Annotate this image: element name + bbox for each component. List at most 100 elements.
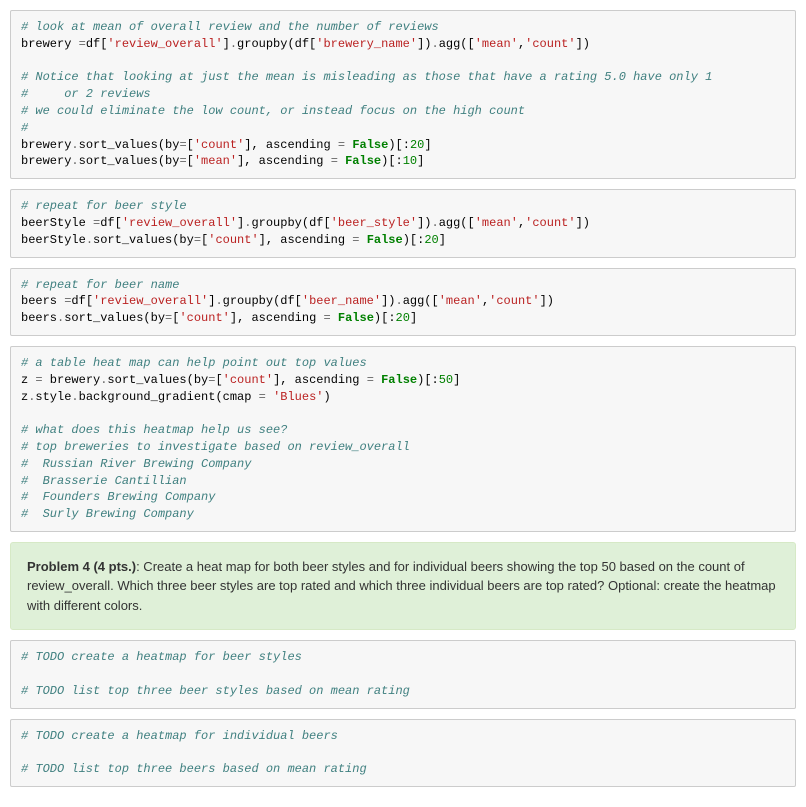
code-token: # <box>21 121 28 135</box>
code-token: agg([ <box>439 37 475 51</box>
code-token: ], ascending <box>237 154 331 168</box>
code-token: # what does this heatmap help us see? <box>21 423 287 437</box>
code-token: ], ascending <box>230 311 324 325</box>
code-token: 'count' <box>525 37 575 51</box>
markdown-cell: Problem 4 (4 pts.): Create a heat map fo… <box>10 542 796 631</box>
code-token: df[ <box>71 294 93 308</box>
code-cell[interactable]: # TODO create a heatmap for individual b… <box>10 719 796 787</box>
code-token: = <box>35 373 42 387</box>
code-token: brewery <box>21 154 71 168</box>
code-token: groupby(df[ <box>223 294 302 308</box>
code-token: )[: <box>388 138 410 152</box>
code-token: ], ascending <box>273 373 367 387</box>
code-token: sort_values(by <box>107 373 208 387</box>
code-token: 20 <box>410 138 424 152</box>
code-token: # Notice that looking at just the mean i… <box>21 70 712 84</box>
code-token: style <box>35 390 71 404</box>
code-token: 'count' <box>223 373 273 387</box>
code-token: = <box>367 373 374 387</box>
code-token: 'mean' <box>475 216 518 230</box>
code-token: False <box>345 154 381 168</box>
code-token: ] <box>223 37 230 51</box>
code-token: sort_values(by <box>93 233 194 247</box>
code-token: ]) <box>417 216 431 230</box>
code-token: # Brasserie Cantillian <box>21 474 187 488</box>
code-token: )[: <box>374 311 396 325</box>
code-token: False <box>381 373 417 387</box>
code-token: beers <box>21 294 64 308</box>
code-token: . <box>71 154 78 168</box>
code-token: brewery <box>43 373 101 387</box>
code-token: brewery <box>21 138 71 152</box>
code-token: # TODO list top three beer styles based … <box>21 684 410 698</box>
code-token: beerStyle <box>21 216 93 230</box>
code-token: 20 <box>424 233 438 247</box>
code-token: 'mean' <box>439 294 482 308</box>
code-token: = <box>352 233 359 247</box>
code-token: ]) <box>576 37 590 51</box>
code-token: 'review_overall' <box>107 37 222 51</box>
code-token: # top breweries to investigate based on … <box>21 440 410 454</box>
code-token: agg([ <box>403 294 439 308</box>
code-token: ]) <box>540 294 554 308</box>
code-token: False <box>367 233 403 247</box>
code-cell[interactable]: # repeat for beer name beers = df['review… <box>10 268 796 336</box>
code-token: . <box>215 294 222 308</box>
code-token: 'count' <box>179 311 229 325</box>
code-token: groupby(df[ <box>251 216 330 230</box>
code-token: 'count' <box>208 233 258 247</box>
code-token: ] <box>424 138 431 152</box>
code-token: )[: <box>403 233 425 247</box>
code-token: 'count' <box>489 294 539 308</box>
code-token: 50 <box>439 373 453 387</box>
code-token: # TODO list top three beers based on mea… <box>21 762 367 776</box>
code-cell[interactable]: # repeat for beer style beerStyle =df['r… <box>10 189 796 257</box>
code-token: # Russian River Brewing Company <box>21 457 251 471</box>
code-token: # we could eliminate the low count, or i… <box>21 104 525 118</box>
code-token: . <box>230 37 237 51</box>
code-token: brewery <box>21 37 79 51</box>
code-token: ] <box>417 154 424 168</box>
code-token: sort_values(by <box>64 311 165 325</box>
code-token: # a table heat map can help point out to… <box>21 356 367 370</box>
code-token: 'review_overall' <box>93 294 208 308</box>
code-token: # or 2 reviews <box>21 87 151 101</box>
code-token: 'brewery_name' <box>316 37 417 51</box>
code-token: sort_values(by <box>79 138 180 152</box>
code-token: # TODO create a heatmap for beer styles <box>21 650 302 664</box>
code-token: agg([ <box>439 216 475 230</box>
code-token: ], ascending <box>259 233 353 247</box>
code-token: . <box>432 216 439 230</box>
code-token: 20 <box>396 311 410 325</box>
code-token: ] <box>439 233 446 247</box>
code-token: 'count' <box>194 138 244 152</box>
code-token: = <box>338 138 345 152</box>
code-token: df[ <box>100 216 122 230</box>
code-token: sort_values(by <box>79 154 180 168</box>
code-token: = <box>331 154 338 168</box>
code-token: ]) <box>576 216 590 230</box>
code-token: 'count' <box>525 216 575 230</box>
code-token: z <box>21 373 35 387</box>
code-token: = <box>324 311 331 325</box>
code-token: = <box>259 390 266 404</box>
code-token: # Founders Brewing Company <box>21 490 215 504</box>
code-token: [ <box>215 373 222 387</box>
code-token: # repeat for beer name <box>21 278 179 292</box>
problem-title: Problem 4 (4 pts.) <box>27 559 136 574</box>
code-token: ) <box>323 390 330 404</box>
code-cell[interactable]: # look at mean of overall review and the… <box>10 10 796 179</box>
code-token: 'beer_name' <box>302 294 381 308</box>
code-cell[interactable]: # a table heat map can help point out to… <box>10 346 796 532</box>
code-token: = <box>179 138 186 152</box>
code-token: [ <box>187 154 194 168</box>
code-token: . <box>86 233 93 247</box>
code-token: False <box>338 311 374 325</box>
code-token: False <box>352 138 388 152</box>
code-token: # look at mean of overall review and the… <box>21 20 439 34</box>
code-token: 'review_overall' <box>122 216 237 230</box>
code-token: = <box>179 154 186 168</box>
notebook-container: # look at mean of overall review and the… <box>10 10 796 787</box>
code-token: ], ascending <box>244 138 338 152</box>
code-token: . <box>71 138 78 152</box>
